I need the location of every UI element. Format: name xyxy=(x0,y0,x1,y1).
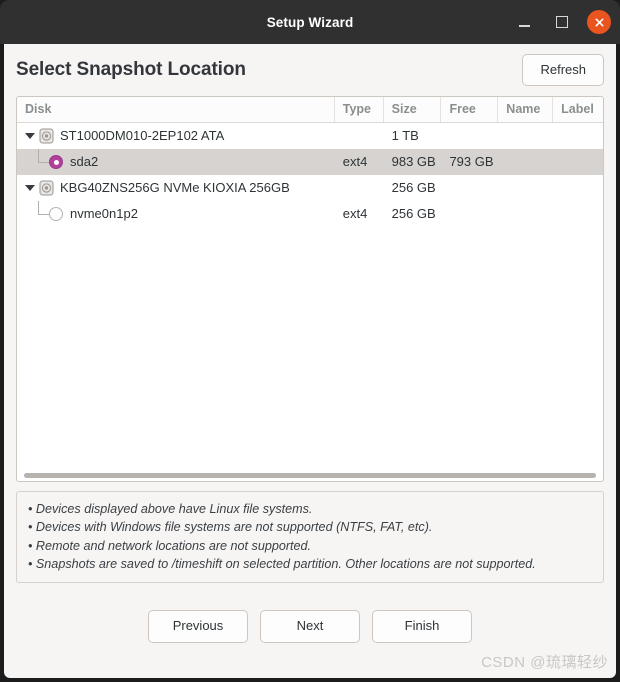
cell-type: ext4 xyxy=(342,206,368,221)
titlebar: Setup Wizard xyxy=(0,0,620,44)
disk-list: Disk Type Size Free Name Label ST1000DM0… xyxy=(16,96,604,482)
column-header-disk[interactable]: Disk xyxy=(17,97,335,122)
disk-name: ST1000DM010-2EP102 ATA xyxy=(60,128,225,143)
table-row[interactable]: KBG40ZNS256G NVMe KIOXIA 256GB 256 GB xyxy=(17,175,603,201)
hard-disk-icon xyxy=(39,128,54,144)
scrollbar-thumb[interactable] xyxy=(23,472,597,478)
table-row[interactable]: sda2 ext4 983 GB 793 GB xyxy=(17,149,603,175)
cell-free xyxy=(441,123,498,149)
disk-name: KBG40ZNS256G NVMe KIOXIA 256GB xyxy=(60,180,290,195)
finish-button[interactable]: Finish xyxy=(372,610,472,643)
maximize-icon[interactable] xyxy=(549,9,575,35)
column-header-label[interactable]: Label xyxy=(553,97,603,122)
cell-label xyxy=(553,201,603,227)
info-line-1: • Devices displayed above have Linux fil… xyxy=(28,502,313,516)
partition-name: sda2 xyxy=(70,154,99,169)
cell-free xyxy=(441,201,498,227)
cell-name xyxy=(498,123,553,149)
cell-name xyxy=(498,201,553,227)
cell-label xyxy=(553,123,603,149)
cell-size: 983 GB xyxy=(391,154,436,169)
tree-connector-icon xyxy=(31,201,49,227)
window-title: Setup Wizard xyxy=(266,14,354,30)
table-row[interactable]: nvme0n1p2 ext4 256 GB xyxy=(17,201,603,227)
cell-size: 256 GB xyxy=(391,180,436,195)
partition-name: nvme0n1p2 xyxy=(70,206,138,221)
cell-disk: nvme0n1p2 xyxy=(17,201,335,227)
footer-buttons: Previous Next Finish xyxy=(16,583,604,678)
cell-label xyxy=(553,149,603,175)
disk-list-rows: ST1000DM010-2EP102 ATA 1 TB sda2 ext4 98… xyxy=(17,123,603,481)
setup-wizard-window: Setup Wizard Select Snapshot Location Re… xyxy=(0,0,620,682)
info-line-3: • Remote and network locations are not s… xyxy=(28,538,312,553)
cell-free: 793 GB xyxy=(449,154,494,169)
info-line-4: • Snapshots are saved to /timeshift on s… xyxy=(28,556,536,571)
cell-size: 1 TB xyxy=(391,128,419,143)
cell-name xyxy=(498,175,553,201)
cell-type: ext4 xyxy=(342,154,368,169)
expander-triangle-down-icon[interactable] xyxy=(21,175,39,201)
info-line-2: • Devices with Windows file systems are … xyxy=(28,520,433,535)
cell-label xyxy=(553,175,603,201)
cell-name xyxy=(498,149,553,175)
cell-disk: KBG40ZNS256G NVMe KIOXIA 256GB xyxy=(17,175,335,201)
cell-disk: ST1000DM010-2EP102 ATA xyxy=(17,123,335,149)
cell-disk: sda2 xyxy=(17,149,335,175)
hard-disk-icon xyxy=(39,180,54,196)
cell-type xyxy=(335,175,384,201)
table-row[interactable]: ST1000DM010-2EP102 ATA 1 TB xyxy=(17,123,603,149)
info-box: • Devices displayed above have Linux fil… xyxy=(16,491,604,583)
window-controls xyxy=(511,0,611,44)
horizontal-scrollbar[interactable] xyxy=(18,471,602,479)
disk-list-header: Disk Type Size Free Name Label xyxy=(17,97,603,123)
partition-radio-selected[interactable] xyxy=(49,155,63,169)
next-button[interactable]: Next xyxy=(260,610,360,643)
previous-button[interactable]: Previous xyxy=(148,610,248,643)
page-title: Select Snapshot Location xyxy=(16,59,246,80)
close-icon[interactable] xyxy=(587,10,611,34)
partition-radio-unselected[interactable] xyxy=(49,207,63,221)
page-header: Select Snapshot Location Refresh xyxy=(16,44,604,96)
cell-type xyxy=(335,123,384,149)
window-body: Select Snapshot Location Refresh Disk Ty… xyxy=(4,44,616,678)
refresh-button[interactable]: Refresh xyxy=(522,53,604,87)
minimize-icon[interactable] xyxy=(511,9,537,35)
column-header-size[interactable]: Size xyxy=(384,97,442,122)
tree-connector-icon xyxy=(31,149,49,175)
column-header-free[interactable]: Free xyxy=(441,97,499,122)
cell-free xyxy=(441,175,498,201)
cell-size: 256 GB xyxy=(391,206,436,221)
column-header-type[interactable]: Type xyxy=(335,97,384,122)
expander-triangle-down-icon[interactable] xyxy=(21,123,39,149)
column-header-name[interactable]: Name xyxy=(498,97,554,122)
